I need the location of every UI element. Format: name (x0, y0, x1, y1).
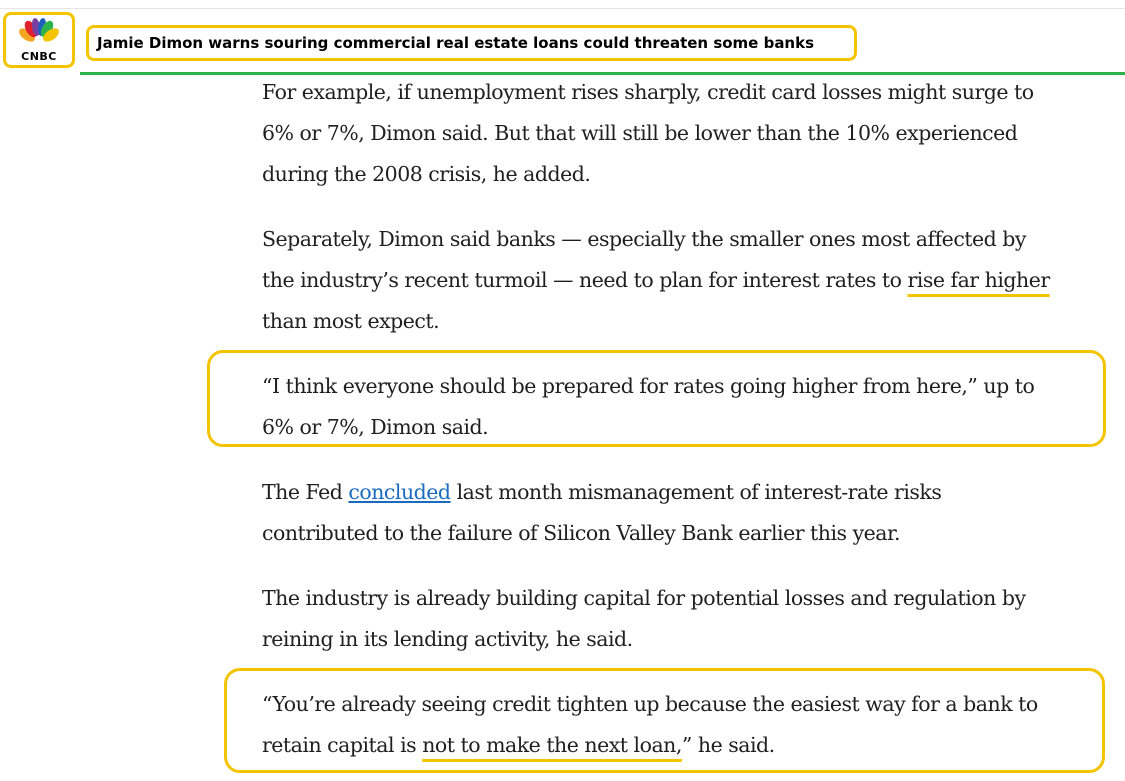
site-header: CNBC Jamie Dimon warns souring commercia… (0, 0, 1125, 75)
paragraph-5: The industry is already building capital… (262, 578, 1092, 660)
text-line: during the 2008 crisis, he added. (262, 162, 591, 186)
quote-highlight-box (224, 668, 1105, 773)
header-top-edge (0, 8, 1125, 9)
text-segment: last month mismanagement of interest-rat… (450, 480, 942, 504)
text-line: The Fed concluded last month mismanageme… (262, 472, 1092, 513)
highlighted-phrase: rise far higher (907, 268, 1050, 292)
peacock-icon (19, 18, 59, 46)
concluded-link[interactable]: concluded (348, 480, 451, 504)
text-line: reining in its lending activity, he said… (262, 627, 633, 651)
text-line: the industry’s recent turmoil — need to … (262, 260, 1092, 301)
text-line: than most expect. (262, 309, 440, 333)
cnbc-logo[interactable]: CNBC (3, 12, 75, 68)
text-line: 6% or 7%, Dimon said. But that will stil… (262, 121, 1018, 145)
text-segment: The Fed (262, 480, 349, 504)
text-line: For example, if unemployment rises sharp… (262, 80, 1034, 104)
text-line: Separately, Dimon said banks — especiall… (262, 227, 1027, 251)
text-line: The industry is already building capital… (262, 586, 1026, 610)
paragraph-2: Separately, Dimon said banks — especiall… (262, 219, 1092, 342)
paragraph-1: For example, if unemployment rises sharp… (262, 72, 1092, 195)
text-segment: the industry’s recent turmoil — need to … (262, 268, 908, 292)
paragraph-4: The Fed concluded last month mismanageme… (262, 472, 1092, 554)
text-line: contributed to the failure of Silicon Va… (262, 521, 901, 545)
logo-wordmark: CNBC (21, 50, 57, 63)
article-headline[interactable]: Jamie Dimon warns souring commercial rea… (86, 25, 857, 61)
quote-highlight-box (207, 350, 1106, 447)
